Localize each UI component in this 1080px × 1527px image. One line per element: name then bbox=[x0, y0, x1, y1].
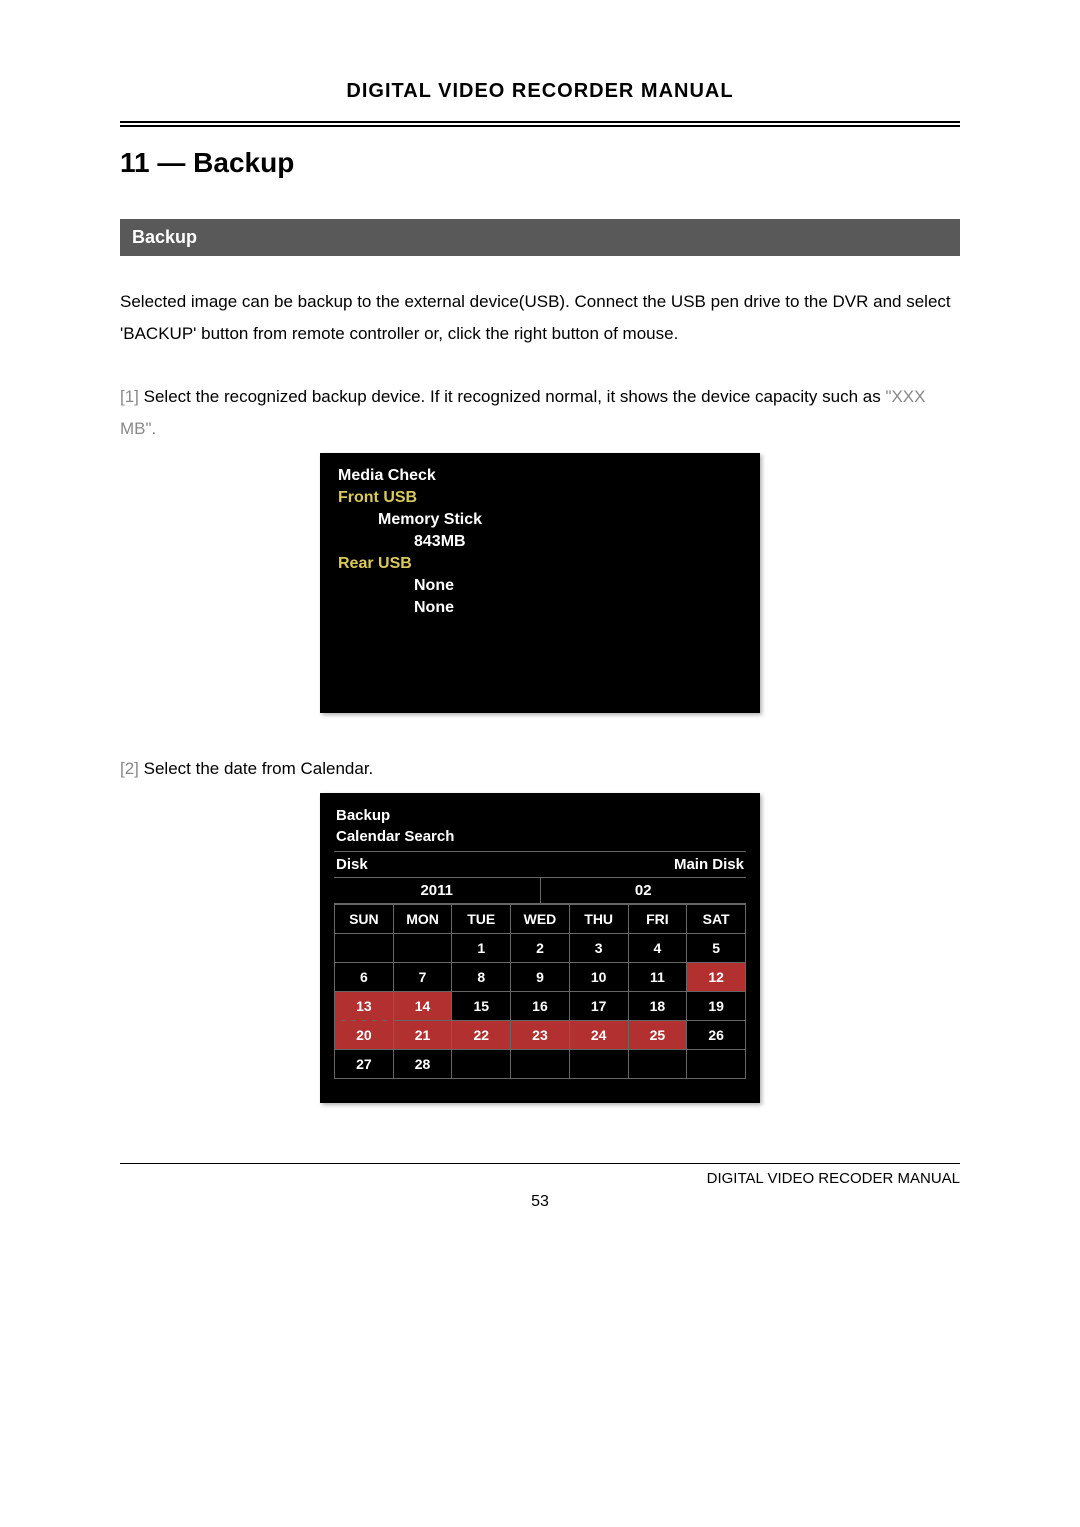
calendar-day-26[interactable]: 26 bbox=[687, 1021, 746, 1050]
header-rule bbox=[120, 121, 960, 127]
step-2: [2] Select the date from Calendar. bbox=[120, 753, 960, 785]
front-usb-capacity: 843MB bbox=[338, 533, 742, 551]
calendar-month[interactable]: 02 bbox=[541, 878, 747, 903]
calendar-year[interactable]: 2011 bbox=[334, 878, 541, 903]
calendar-day-21[interactable]: 21 bbox=[393, 1021, 452, 1050]
section-bar-backup: Backup bbox=[120, 219, 960, 256]
rear-usb-line1: None bbox=[338, 577, 742, 595]
calendar-day-19[interactable]: 19 bbox=[687, 992, 746, 1021]
chapter-heading: 11 — Backup bbox=[120, 147, 960, 179]
rear-usb-label: Rear USB bbox=[338, 555, 742, 573]
disk-label: Disk bbox=[336, 856, 368, 873]
media-check-title: Media Check bbox=[338, 467, 742, 485]
calendar-day-8[interactable]: 8 bbox=[452, 963, 511, 992]
calendar-day-11[interactable]: 11 bbox=[628, 963, 687, 992]
calendar-day-25[interactable]: 25 bbox=[628, 1021, 687, 1050]
disk-value: Main Disk bbox=[674, 856, 744, 873]
step-1-text: Select the recognized backup device. If … bbox=[144, 387, 881, 406]
front-usb-label: Front USB bbox=[338, 489, 742, 507]
calendar-day-16[interactable]: 16 bbox=[511, 992, 570, 1021]
calendar-day-1[interactable]: 1 bbox=[452, 934, 511, 963]
calendar-day-10[interactable]: 10 bbox=[569, 963, 628, 992]
calendar-screenshot: Backup Calendar Search Disk Main Disk 20… bbox=[320, 793, 760, 1103]
day-thu: THU bbox=[569, 905, 628, 934]
calendar-day-9[interactable]: 9 bbox=[511, 963, 570, 992]
calendar-title-search: Calendar Search bbox=[336, 828, 744, 845]
calendar-row: 12345 bbox=[335, 934, 746, 963]
calendar-row: 2728 bbox=[335, 1050, 746, 1079]
media-check-screenshot: Media Check Front USB Memory Stick 843MB… bbox=[320, 453, 760, 713]
calendar-day-empty bbox=[393, 934, 452, 963]
step-1: [1] Select the recognized backup device.… bbox=[120, 381, 960, 446]
day-mon: MON bbox=[393, 905, 452, 934]
footer-text: DIGITAL VIDEO RECODER MANUAL bbox=[120, 1170, 960, 1187]
calendar-day-22[interactable]: 22 bbox=[452, 1021, 511, 1050]
calendar-day-4[interactable]: 4 bbox=[628, 934, 687, 963]
calendar-header-row: SUN MON TUE WED THU FRI SAT bbox=[335, 905, 746, 934]
calendar-day-28[interactable]: 28 bbox=[393, 1050, 452, 1079]
calendar-title-backup: Backup bbox=[336, 807, 744, 824]
calendar-day-2[interactable]: 2 bbox=[511, 934, 570, 963]
calendar-day-24[interactable]: 24 bbox=[569, 1021, 628, 1050]
step-1-prefix: [1] bbox=[120, 387, 139, 406]
calendar-row: 6789101112 bbox=[335, 963, 746, 992]
calendar-day-20[interactable]: 20 bbox=[335, 1021, 394, 1050]
calendar-day-12[interactable]: 12 bbox=[687, 963, 746, 992]
calendar-day-empty bbox=[452, 1050, 511, 1079]
day-fri: FRI bbox=[628, 905, 687, 934]
rear-usb-line2: None bbox=[338, 599, 742, 617]
calendar-day-empty bbox=[569, 1050, 628, 1079]
calendar-day-18[interactable]: 18 bbox=[628, 992, 687, 1021]
day-tue: TUE bbox=[452, 905, 511, 934]
day-sat: SAT bbox=[687, 905, 746, 934]
calendar-day-3[interactable]: 3 bbox=[569, 934, 628, 963]
page-number: 53 bbox=[120, 1193, 960, 1211]
calendar-row: 20212223242526 bbox=[335, 1021, 746, 1050]
page-header-title: DIGITAL VIDEO RECORDER MANUAL bbox=[120, 80, 960, 103]
calendar-table: SUN MON TUE WED THU FRI SAT 123456789101… bbox=[334, 904, 746, 1079]
calendar-year-month-row: 2011 02 bbox=[334, 878, 746, 904]
step-2-text: Select the date from Calendar. bbox=[144, 759, 374, 778]
calendar-day-17[interactable]: 17 bbox=[569, 992, 628, 1021]
calendar-day-23[interactable]: 23 bbox=[511, 1021, 570, 1050]
manual-page: DIGITAL VIDEO RECORDER MANUAL 11 — Backu… bbox=[0, 0, 1080, 1527]
step-2-prefix: [2] bbox=[120, 759, 139, 778]
calendar-day-15[interactable]: 15 bbox=[452, 992, 511, 1021]
day-sun: SUN bbox=[335, 905, 394, 934]
calendar-disk-row: Disk Main Disk bbox=[334, 851, 746, 878]
calendar-day-13[interactable]: 13 bbox=[335, 992, 394, 1021]
calendar-day-empty bbox=[687, 1050, 746, 1079]
intro-paragraph: Selected image can be backup to the exte… bbox=[120, 286, 960, 351]
calendar-day-14[interactable]: 14 bbox=[393, 992, 452, 1021]
calendar-day-5[interactable]: 5 bbox=[687, 934, 746, 963]
front-usb-device: Memory Stick bbox=[338, 511, 742, 529]
calendar-day-6[interactable]: 6 bbox=[335, 963, 394, 992]
footer-rule bbox=[120, 1163, 960, 1164]
calendar-row: 13141516171819 bbox=[335, 992, 746, 1021]
calendar-day-empty bbox=[628, 1050, 687, 1079]
calendar-day-7[interactable]: 7 bbox=[393, 963, 452, 992]
calendar-day-empty bbox=[335, 934, 394, 963]
day-wed: WED bbox=[511, 905, 570, 934]
calendar-day-27[interactable]: 27 bbox=[335, 1050, 394, 1079]
calendar-day-empty bbox=[511, 1050, 570, 1079]
